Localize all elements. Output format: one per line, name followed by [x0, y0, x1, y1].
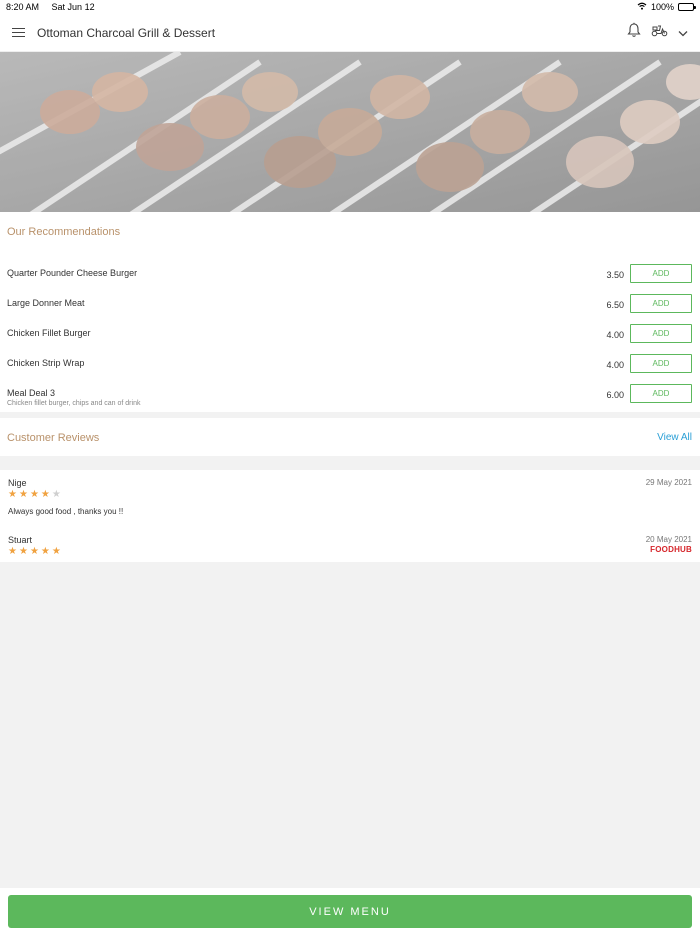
- add-button[interactable]: ADD: [630, 324, 692, 343]
- hamburger-menu-icon[interactable]: [12, 27, 26, 38]
- view-all-link[interactable]: View All: [657, 432, 692, 443]
- delivery-scooter-icon[interactable]: [651, 24, 668, 42]
- add-button[interactable]: ADD: [630, 264, 692, 283]
- review-text: Always good food , thanks you !!: [8, 507, 124, 516]
- star-filled-icon: ★: [40, 489, 50, 500]
- recommendation-item: Quarter Pounder Cheese Burger 3.50 ADD: [0, 262, 700, 292]
- app-header: Ottoman Charcoal Grill & Dessert: [0, 14, 700, 52]
- recommendation-item: Large Donner Meat 6.50 ADD: [0, 292, 700, 322]
- page-title: Ottoman Charcoal Grill & Dessert: [37, 25, 216, 40]
- star-filled-icon: ★: [18, 489, 28, 500]
- review-date: 29 May 2021: [645, 478, 692, 487]
- battery-percent: 100%: [650, 2, 674, 12]
- add-button[interactable]: ADD: [630, 294, 692, 313]
- recommendation-item: Chicken Fillet Burger 4.00 ADD: [0, 322, 700, 352]
- item-name: Quarter Pounder Cheese Burger: [7, 268, 138, 278]
- star-filled-icon: ★: [29, 489, 39, 500]
- foodhub-logo: FOODHUB: [650, 545, 692, 554]
- recommendations-title: Our Recommendations: [7, 226, 121, 238]
- item-description: Chicken fillet burger, chips and can of …: [7, 400, 141, 407]
- bell-icon[interactable]: [627, 22, 641, 43]
- star-filled-icon: ★: [8, 489, 17, 500]
- star-filled-icon: ★: [18, 546, 28, 557]
- item-price: 4.00: [606, 330, 624, 340]
- item-name: Large Donner Meat: [7, 298, 85, 308]
- star-rating: ★ ★ ★ ★ ★: [8, 547, 61, 557]
- header-actions: [627, 22, 688, 43]
- recommendation-item: Meal Deal 3 Chicken fillet burger, chips…: [0, 382, 700, 412]
- star-empty-icon: ★: [51, 489, 61, 500]
- review-date: 20 May 2021: [645, 535, 692, 544]
- item-price: 4.00: [606, 360, 624, 370]
- reviews-list: Nige 29 May 2021 ★ ★ ★ ★ ★ Always good food …: [0, 470, 700, 562]
- chevron-down-icon[interactable]: [678, 24, 688, 42]
- reviewer-name: Nige: [8, 478, 27, 488]
- star-filled-icon: ★: [29, 546, 39, 557]
- recommendation-item: Chicken Strip Wrap 4.00 ADD: [0, 352, 700, 382]
- reviews-header: Customer Reviews View All: [0, 418, 700, 456]
- hero-image: [0, 52, 700, 212]
- item-price: 6.50: [606, 300, 624, 310]
- status-bar: 8:20 AM Sat Jun 12 100%: [0, 0, 700, 14]
- item-name: Chicken Strip Wrap: [7, 358, 85, 368]
- reviewer-name: Stuart: [8, 535, 33, 545]
- item-name: Meal Deal 3: [7, 388, 56, 398]
- add-button[interactable]: ADD: [630, 354, 692, 373]
- wifi-icon: [637, 2, 647, 12]
- star-filled-icon: ★: [51, 546, 61, 557]
- reviews-title: Customer Reviews: [7, 432, 100, 444]
- item-price: 3.50: [606, 270, 624, 280]
- star-rating: ★ ★ ★ ★ ★: [8, 490, 61, 500]
- battery-icon: [678, 3, 696, 11]
- review-item: Nige 29 May 2021 ★ ★ ★ ★ ★ Always good food …: [0, 470, 700, 526]
- star-filled-icon: ★: [40, 546, 50, 557]
- bottom-bar: VIEW MENU: [0, 888, 700, 934]
- star-filled-icon: ★: [8, 546, 17, 557]
- status-right: 100%: [637, 2, 696, 12]
- review-item: Stuart 20 May 2021 ★ ★ ★ ★ ★ FOODHUB: [0, 527, 700, 562]
- status-left: 8:20 AM Sat Jun 12: [6, 2, 105, 12]
- status-time: 8:20 AM: [6, 2, 40, 12]
- recommendations-section: Our Recommendations Quarter Pounder Chee…: [0, 212, 700, 412]
- item-name: Chicken Fillet Burger: [7, 328, 91, 338]
- status-date: Sat Jun 12: [51, 2, 95, 12]
- add-button[interactable]: ADD: [630, 384, 692, 403]
- item-price: 6.00: [606, 390, 624, 400]
- view-menu-button[interactable]: VIEW MENU: [8, 895, 692, 928]
